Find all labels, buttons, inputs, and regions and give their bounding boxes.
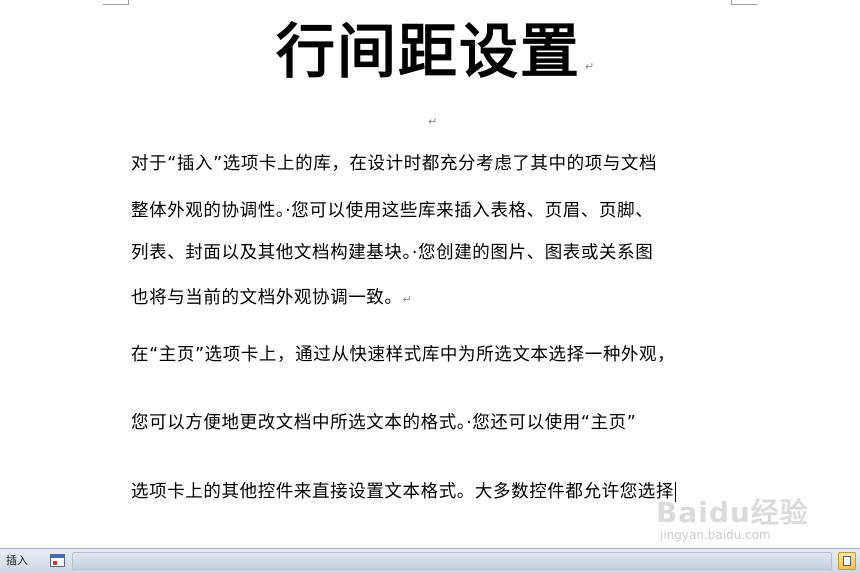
insert-mode-indicator[interactable]: 插入 [6, 554, 28, 568]
line-text: 您可以方便地更改文档中所选文本的格式。·您还可以使用“主页” [131, 413, 637, 433]
watermark-logo: Baidu经验 [656, 496, 809, 529]
body-line: 选项卡上的其他控件来直接设置文本格式。大多数控件都允许您选择 [131, 480, 676, 504]
margin-corner-mark-right [731, 0, 757, 5]
body-line: 您可以方便地更改文档中所选文本的格式。·您还可以使用“主页” [131, 411, 636, 435]
print-layout-view-icon[interactable] [838, 552, 856, 570]
status-bar: 插入 [0, 548, 860, 573]
body-line: 在“主页”选项卡上，通过从快速样式库中为所选文本选择一种外观， [131, 343, 675, 367]
paragraph-mark-icon: ↵ [585, 60, 595, 73]
status-bar-track [72, 552, 832, 570]
line-text: 也将与当前的文档外观协调一致。 [131, 288, 403, 308]
macro-record-icon[interactable] [50, 554, 65, 567]
line-text: 选项卡上的其他控件来直接设置文本格式。大多数控件都允许您选择 [131, 482, 674, 502]
body-line: 对于“插入”选项卡上的库，在设计时都充分考虑了其中的项与文档 [131, 152, 657, 176]
paragraph-mark-icon: ↵ [402, 293, 412, 306]
line-text: 整体外观的协调性。·您可以使用这些库来插入表格、页眉、页脚、 [131, 201, 654, 221]
body-line: 列表、封面以及其他文档构建基块。·您创建的图片、图表或关系图 [131, 241, 653, 265]
body-line: 整体外观的协调性。·您可以使用这些库来插入表格、页眉、页脚、 [131, 199, 653, 223]
margin-corner-mark-left [103, 0, 129, 5]
body-line: 也将与当前的文档外观协调一致。↵ [131, 286, 412, 312]
text-cursor [675, 482, 676, 502]
watermark: Baidu经验 jingyan.baidu.com [656, 498, 816, 548]
paragraph-mark-icon: ↵ [428, 115, 438, 128]
line-text: 对于“插入”选项卡上的库，在设计时都充分考虑了其中的项与文档 [131, 154, 658, 174]
document-page[interactable]: 行间距设置 ↵ ↵ 对于“插入”选项卡上的库，在设计时都充分考虑了其中的项与文档… [0, 0, 860, 548]
watermark-url: jingyan.baidu.com [660, 528, 771, 542]
line-text: 在“主页”选项卡上，通过从快速样式库中为所选文本选择一种外观， [131, 345, 676, 365]
document-title: 行间距设置 [276, 17, 582, 86]
line-text: 列表、封面以及其他文档构建基块。·您创建的图片、图表或关系图 [131, 243, 654, 263]
